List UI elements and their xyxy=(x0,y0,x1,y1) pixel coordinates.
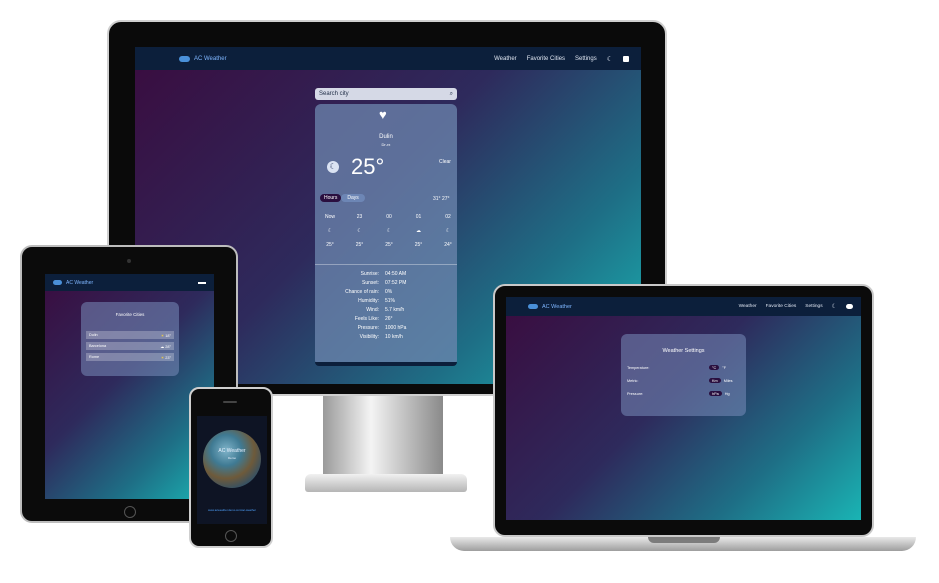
cloud-icon xyxy=(528,304,538,309)
favorite-heart-icon[interactable]: ♥ xyxy=(379,107,387,122)
cloud-icon xyxy=(53,280,62,285)
phone-home-button xyxy=(225,530,237,542)
hourly-forecast: Now ☾ 25° 23 ☾ 25° 00 ☾ 25° 01 ☁ 25° 02 ☾ 24° xyxy=(319,214,459,248)
settings-panel: Weather Settings Temperature: °C °F Metr… xyxy=(621,334,746,416)
brand-logo[interactable]: AC Weather xyxy=(528,304,572,310)
phone-subtitle: Demo xyxy=(227,456,236,460)
search-input[interactable]: Search city xyxy=(319,91,349,97)
hour-item: Now ☾ 25° xyxy=(324,214,335,248)
cloud-icon xyxy=(179,55,190,62)
detail-row: Sunset: 07:52 PM xyxy=(362,280,407,286)
moon-icon: ☾ xyxy=(606,55,613,63)
city-name: Dulin xyxy=(379,134,393,140)
laptop-device: AC Weather Weather Favorite Cities Setti… xyxy=(493,284,874,537)
moon-weather-icon: ☾ xyxy=(327,161,339,173)
laptop-screen: AC Weather Weather Favorite Cities Setti… xyxy=(506,297,861,520)
sun-icon: ☀ xyxy=(160,333,165,338)
favorites-list: Dulin ☀ 18° Barcelona ☁ 28° Rome ☀ 23° xyxy=(86,331,174,361)
unit-toggle[interactable]: Km xyxy=(709,378,721,383)
nav-weather[interactable]: Weather xyxy=(739,304,757,309)
moon-icon: ☾ xyxy=(831,304,837,310)
search-bar[interactable]: Search city ⌕ xyxy=(315,88,457,100)
temp-range: 31° 27° xyxy=(433,196,450,202)
nav-settings[interactable]: Settings xyxy=(805,304,822,309)
favorite-city-item[interactable]: Rome ☀ 23° xyxy=(86,353,174,361)
nav-favorite-cities[interactable]: Favorite Cities xyxy=(766,304,797,309)
nav-weather[interactable]: Weather xyxy=(494,56,517,62)
card-footer-bar xyxy=(315,362,457,366)
detail-row: Sunrise: 04:50 AM xyxy=(360,271,407,277)
laptop-navbar: AC Weather Weather Favorite Cities Setti… xyxy=(506,297,861,316)
settings-title: Weather Settings xyxy=(662,348,705,354)
theme-toggle[interactable] xyxy=(623,55,629,62)
detail-row: Pressure: 1000 hPa xyxy=(357,325,407,331)
detail-row: Feels Like: 26° xyxy=(354,316,393,322)
forecast-tabs: Hours Days xyxy=(320,194,365,202)
brand-logo[interactable]: AC Weather xyxy=(179,55,227,62)
phone-title: AC Weather xyxy=(218,448,246,454)
devices-showcase: AC Weather Weather Favorite Cities Setti… xyxy=(0,0,939,583)
tab-hours[interactable]: Hours xyxy=(320,194,342,202)
brand-logo[interactable]: AC Weather xyxy=(53,280,93,286)
weather-condition: Clear xyxy=(439,159,451,165)
phone-screen: AC Weather Demo www.acweather.demo.com/a… xyxy=(197,416,267,524)
brand-name: AC Weather xyxy=(66,279,94,286)
setting-pressure: Pressure: hPa Hg xyxy=(627,391,730,396)
tablet-navbar: AC Weather xyxy=(45,274,214,291)
favorite-city-item[interactable]: Barcelona ☁ 28° xyxy=(86,342,174,350)
hour-item: 00 ☾ 25° xyxy=(385,214,393,248)
tab-days[interactable]: Days xyxy=(341,194,365,202)
weather-card: ♥ Dulin Dr-rx ☾ 25° Clear Hours Days 31°… xyxy=(315,104,457,366)
detail-row: Wind: 5.7 km/h xyxy=(366,307,405,313)
tablet-home-button xyxy=(124,506,136,518)
phone-device: AC Weather Demo www.acweather.demo.com/a… xyxy=(189,387,273,548)
card-divider xyxy=(315,264,457,265)
detail-row: Humidity: 51% xyxy=(358,298,396,304)
setting-temperature: Temperature: °C °F xyxy=(627,365,727,370)
phone-link[interactable]: www.acweather.demo.com/ac-weather xyxy=(201,508,263,512)
detail-row: Visibility: 10 km/h xyxy=(359,334,403,340)
phone-speaker xyxy=(223,401,237,403)
hamburger-menu-icon[interactable] xyxy=(198,281,206,284)
unit-toggle[interactable]: °C xyxy=(709,365,720,370)
nav-favorite-cities[interactable]: Favorite Cities xyxy=(527,56,565,62)
hour-item: 23 ☾ 25° xyxy=(355,214,364,248)
theme-toggle[interactable] xyxy=(846,304,853,309)
sun-icon: ☀ xyxy=(160,355,165,360)
brand-name: AC Weather xyxy=(542,303,572,310)
favorite-city-item[interactable]: Dulin ☀ 18° xyxy=(86,331,174,339)
favorites-panel: Favorite Cities Dulin ☀ 18° Barcelona ☁ 28… xyxy=(81,302,179,376)
nav-settings[interactable]: Settings xyxy=(575,56,597,62)
brand-name: AC Weather xyxy=(194,55,227,62)
weather-details: Sunrise: 04:50 AM Sunset: 07:52 PM Chance … xyxy=(323,270,453,342)
search-icon[interactable]: ⌕ xyxy=(450,91,453,98)
monitor-stand xyxy=(323,396,443,478)
hour-item: 02 ☾ 24° xyxy=(444,214,452,248)
favorites-title: Favorite Cities xyxy=(115,312,145,317)
desktop-navbar: AC Weather Weather Favorite Cities Setti… xyxy=(135,47,641,70)
city-subtitle: Dr-rx xyxy=(381,142,391,147)
cloud-icon: ☁ xyxy=(160,344,165,349)
unit-toggle[interactable]: hPa xyxy=(709,391,722,396)
current-temperature: 25° xyxy=(351,154,385,179)
setting-metric: Metric: Km Miles xyxy=(627,378,733,383)
monitor-base xyxy=(305,474,467,492)
settings-rows: Temperature: °C °F Metric: Km Miles Pres… xyxy=(627,365,740,396)
hour-item: 01 ☁ 25° xyxy=(414,214,423,248)
laptop-notch xyxy=(648,537,720,543)
tablet-camera xyxy=(127,259,131,263)
detail-row: Chance of rain: 0% xyxy=(345,289,393,295)
